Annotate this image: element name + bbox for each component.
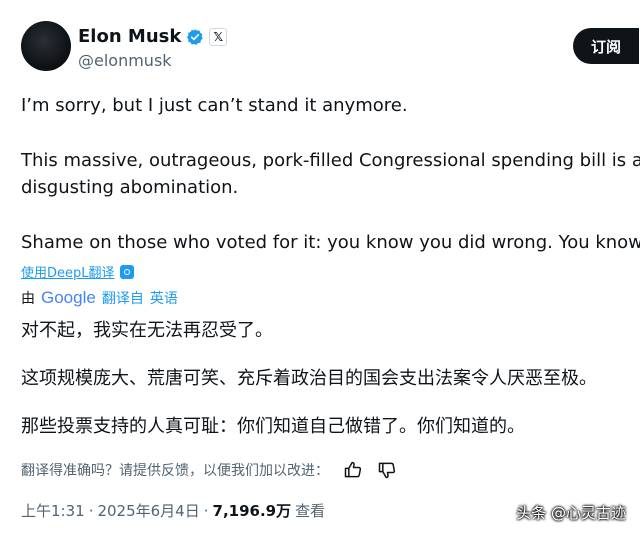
translation-feedback: 翻译得准确吗？请提供反馈，以便我们加以改进：	[21, 460, 397, 480]
author-name[interactable]: Elon Musk	[78, 26, 181, 47]
thumbs-down-icon[interactable]	[377, 460, 397, 480]
feedback-prompt: 翻译得准确吗？请提供反馈，以便我们加以改进：	[21, 463, 329, 479]
by-label: 由	[21, 291, 35, 307]
google-translation-attribution: 由 Google 翻译自 英语	[21, 288, 178, 308]
tweet-text-line: I’m sorry, but I just can’t stand it any…	[21, 95, 408, 116]
google-logo: Google	[41, 288, 96, 307]
translated-text-line: 这项规模庞大、荒唐可笑、充斥着政治目的国会支出法案令人厌恶至极。	[21, 368, 597, 389]
view-count: 7,196.9万	[212, 502, 292, 520]
tweet-meta: 上午1:31 · 2025年6月4日 · 7,196.9万 查看	[21, 500, 325, 521]
post-time[interactable]: 上午1:31	[21, 500, 85, 521]
avatar[interactable]	[21, 21, 71, 71]
author-handle[interactable]: @elonmusk	[78, 51, 172, 70]
subscribe-button[interactable]: 订阅	[573, 28, 639, 64]
translated-text-line: 那些投票支持的人真可耻：你们知道自己做错了。你们知道的。	[21, 416, 525, 437]
deepl-translate-link[interactable]: 使用DeepL翻译	[21, 262, 134, 281]
tweet-text-line: Shame on those who voted for it: you kno…	[21, 232, 640, 253]
source-language[interactable]: 英语	[150, 288, 178, 308]
deepl-label[interactable]: 使用DeepL翻译	[21, 262, 115, 281]
verified-badge-icon	[187, 28, 204, 45]
deepl-icon	[119, 264, 134, 279]
views-label: 查看	[295, 502, 326, 520]
tweet-text-line: This massive, outrageous, pork-filled Co…	[21, 150, 640, 171]
separator-dot: ·	[203, 501, 209, 520]
translated-from-label[interactable]: 翻译自	[102, 288, 144, 308]
thumbs-up-icon[interactable]	[343, 460, 363, 480]
tweet-text-line: disgusting abomination.	[21, 177, 239, 198]
separator-dot: ·	[88, 501, 94, 520]
x-logo-icon: 𝕏	[209, 27, 228, 46]
source-watermark: 头条 @心灵古迹	[516, 504, 626, 522]
translated-text-line: 对不起，我实在无法再忍受了。	[21, 320, 273, 341]
author-name-row: Elon Musk 𝕏	[78, 26, 228, 47]
post-date[interactable]: 2025年6月4日	[97, 500, 199, 521]
